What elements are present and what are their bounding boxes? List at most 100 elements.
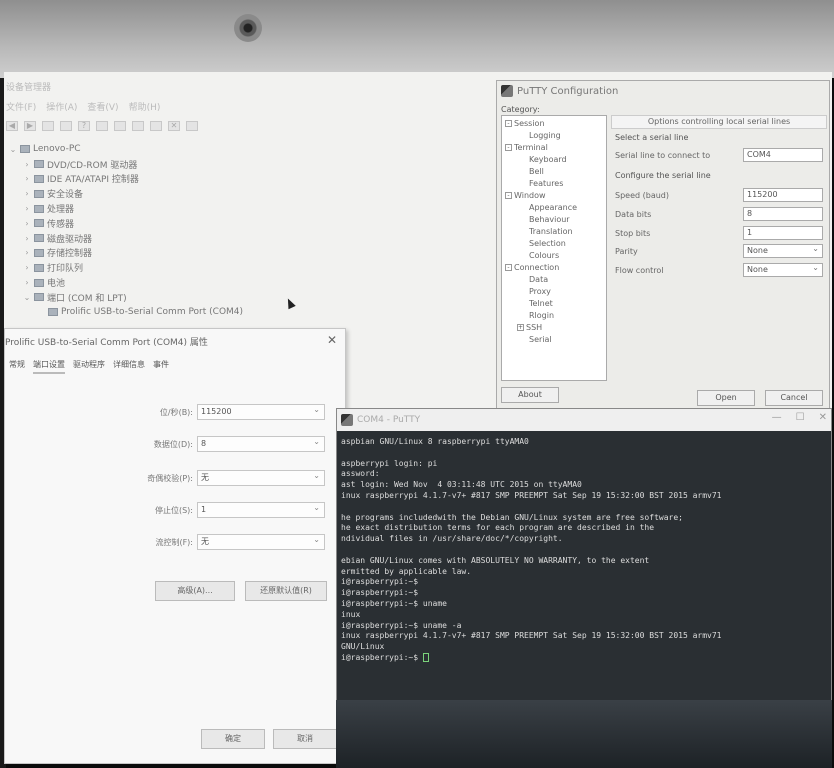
category-item-bell[interactable]: Bell [502, 166, 606, 178]
chevron-down-icon[interactable]: ⌄ [6, 145, 20, 154]
stop-bits-select[interactable]: 1 [197, 501, 325, 518]
device-tree-node[interactable]: › IDE ATA/ATAPI 控制器 [4, 172, 504, 187]
category-item-rlogin[interactable]: Rlogin [502, 310, 606, 322]
category-item-logging[interactable]: Logging [502, 130, 606, 142]
category-item-keyboard[interactable]: Keyboard [502, 154, 606, 166]
ok-button[interactable]: 确定 [201, 729, 265, 749]
tab-port-settings[interactable]: 端口设置 [33, 357, 65, 374]
menu-view[interactable]: 查看(V) [87, 100, 118, 114]
category-item-selection[interactable]: Selection [502, 238, 606, 250]
tab-driver[interactable]: 驱动程序 [73, 357, 105, 374]
category-item-session[interactable]: - Session [502, 118, 606, 130]
category-item-connection[interactable]: - Connection [502, 262, 606, 274]
chevron-right-icon[interactable]: › [20, 248, 34, 257]
category-item-translation[interactable]: Translation [502, 226, 606, 238]
category-item-ssh[interactable]: + SSH [502, 322, 606, 334]
device-tree-label: Prolific USB-to-Serial Comm Port (COM4) [61, 307, 244, 318]
menu-file[interactable]: 文件(F) [6, 100, 36, 114]
properties-cancel-button[interactable]: 取消 [273, 729, 337, 749]
device-tree-node[interactable]: › 存储控制器 [4, 246, 504, 261]
device-tree-node[interactable]: › 磁盘驱动器 [4, 231, 504, 246]
serial-line-input[interactable]: COM4 [743, 148, 823, 162]
close-icon[interactable]: ✕ [325, 333, 339, 347]
flow-control-select[interactable]: 无 [197, 533, 325, 550]
bits-per-second-select[interactable]: 115200 [197, 403, 325, 420]
chevron-down-icon[interactable]: ⌄ [20, 293, 34, 302]
device-tree-node[interactable]: ⌄ Lenovo-PC [4, 142, 504, 157]
chevron-right-icon[interactable]: › [20, 189, 34, 198]
terminal-line: inux raspberrypi 4.1.7-v7+ #817 SMP PREE… [341, 631, 829, 642]
parity-select[interactable]: 无 [197, 469, 325, 486]
category-item-serial[interactable]: Serial [502, 334, 606, 346]
about-button[interactable]: About [501, 387, 559, 403]
maximize-icon[interactable]: ☐ [796, 412, 805, 423]
chevron-right-icon[interactable]: › [20, 219, 34, 228]
stop-bits-input[interactable]: 1 [743, 226, 823, 240]
data-bits-row: Data bits 8 [615, 206, 823, 222]
device-tree-label: 磁盘驱动器 [47, 234, 93, 245]
minimize-icon[interactable]: — [772, 412, 782, 423]
device-tree-node[interactable]: ⌄ 端口 (COM 和 LPT) [4, 290, 504, 305]
disable-device-icon[interactable] [150, 121, 162, 131]
advanced-button[interactable]: 高级(A)... [155, 581, 235, 601]
terminal-output[interactable]: aspbian GNU/Linux 8 raspberrypi ttyAMA0 a… [341, 437, 829, 664]
category-label: Colours [529, 251, 560, 260]
terminal-line: ndividual files in /usr/share/doc/*/copy… [341, 534, 829, 545]
collapse-icon[interactable]: - [505, 144, 512, 151]
cancel-button[interactable]: Cancel [765, 390, 823, 406]
device-tree-node[interactable]: Prolific USB-to-Serial Comm Port (COM4) [4, 305, 504, 320]
open-button[interactable]: Open [697, 390, 755, 406]
scan-hardware-icon[interactable] [114, 121, 126, 131]
flow-control-select[interactable]: None [743, 262, 823, 277]
help-icon[interactable]: ? [78, 121, 90, 131]
data-bits-select[interactable]: 8 [197, 435, 325, 452]
enable-device-icon[interactable] [132, 121, 144, 131]
tab-general[interactable]: 常规 [9, 357, 25, 374]
device-tree-node[interactable]: › DVD/CD-ROM 驱动器 [4, 157, 504, 172]
tab-events[interactable]: 事件 [153, 357, 169, 374]
menu-action[interactable]: 操作(A) [46, 100, 77, 114]
expand-icon[interactable]: + [517, 324, 524, 331]
speed-input[interactable]: 115200 [743, 188, 823, 202]
chevron-right-icon[interactable]: › [20, 263, 34, 272]
category-item-behaviour[interactable]: Behaviour [502, 214, 606, 226]
terminal-line-text: he programs includedwith the Debian GNU/… [341, 512, 683, 522]
collapse-icon[interactable]: - [505, 192, 512, 199]
add-legacy-icon[interactable] [186, 121, 198, 131]
device-tree-node[interactable]: › 处理器 [4, 201, 504, 216]
device-tree-node[interactable]: › 传感器 [4, 216, 504, 231]
category-item-telnet[interactable]: Telnet [502, 298, 606, 310]
category-item-proxy[interactable]: Proxy [502, 286, 606, 298]
tab-details[interactable]: 详细信息 [113, 357, 145, 374]
tree-icon[interactable] [42, 121, 54, 131]
stop-bits-label: 停止位(S): [154, 505, 193, 515]
device-tree-node[interactable]: › 安全设备 [4, 186, 504, 201]
uninstall-icon[interactable]: ✕ [168, 121, 180, 131]
data-bits-input[interactable]: 8 [743, 207, 823, 221]
properties-icon[interactable] [60, 121, 72, 131]
chevron-right-icon[interactable]: › [20, 204, 34, 213]
chevron-right-icon[interactable]: › [20, 160, 34, 169]
collapse-icon[interactable]: - [505, 264, 512, 271]
chevron-right-icon[interactable]: › [20, 234, 34, 243]
close-icon[interactable]: ✕ [819, 412, 827, 423]
forward-icon[interactable]: ▶ [24, 121, 36, 131]
category-item-appearance[interactable]: Appearance [502, 202, 606, 214]
category-item-colours[interactable]: Colours [502, 250, 606, 262]
update-driver-icon[interactable] [96, 121, 108, 131]
parity-select[interactable]: None [743, 243, 823, 258]
category-item-features[interactable]: Features [502, 178, 606, 190]
device-tree-node[interactable]: › 打印队列 [4, 260, 504, 275]
device-tree-node[interactable]: › 电池 [4, 275, 504, 290]
chevron-right-icon[interactable]: › [20, 278, 34, 287]
restore-defaults-button[interactable]: 还原默认值(R) [245, 581, 327, 601]
category-item-terminal[interactable]: - Terminal [502, 142, 606, 154]
category-item-data[interactable]: Data [502, 274, 606, 286]
terminal-line: i@raspberrypi:~$ [341, 577, 829, 588]
collapse-icon[interactable]: - [505, 120, 512, 127]
category-item-window[interactable]: - Window [502, 190, 606, 202]
chevron-right-icon[interactable]: › [20, 174, 34, 183]
back-icon[interactable]: ◀ [6, 121, 18, 131]
terminal-line: assword: [341, 469, 829, 480]
menu-help[interactable]: 帮助(H) [129, 100, 161, 114]
